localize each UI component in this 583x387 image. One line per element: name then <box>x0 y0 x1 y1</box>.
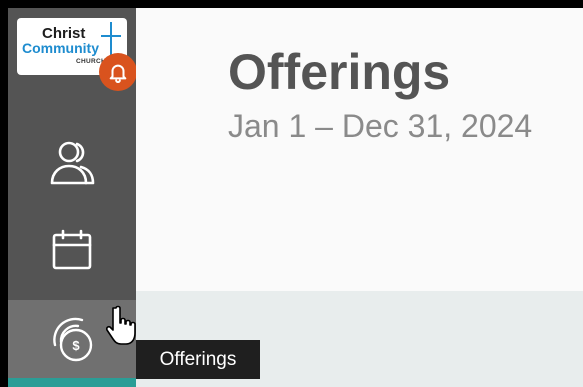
bell-icon <box>109 64 127 83</box>
logo-text-line2: Community <box>22 40 99 56</box>
sidebar-item-calendar[interactable] <box>8 220 136 280</box>
offerings-coin-icon: $ <box>53 317 93 362</box>
logo-cross-horizontal <box>101 35 121 37</box>
offerings-tooltip: Offerings <box>136 340 260 379</box>
svg-text:$: $ <box>72 338 80 353</box>
page-header: Offerings Jan 1 – Dec 31, 2024 <box>136 8 583 291</box>
date-range: Jan 1 – Dec 31, 2024 <box>228 108 533 144</box>
page-title: Offerings <box>228 44 451 100</box>
sidebar-item-people[interactable] <box>8 130 136 196</box>
people-icon <box>50 141 95 185</box>
hand-cursor-icon <box>106 305 136 345</box>
notifications-button[interactable] <box>99 53 137 91</box>
active-indicator <box>8 378 136 387</box>
calendar-icon <box>52 229 92 270</box>
app-window: Christ Community CHURCH $ Offerings Jan … <box>8 8 583 387</box>
